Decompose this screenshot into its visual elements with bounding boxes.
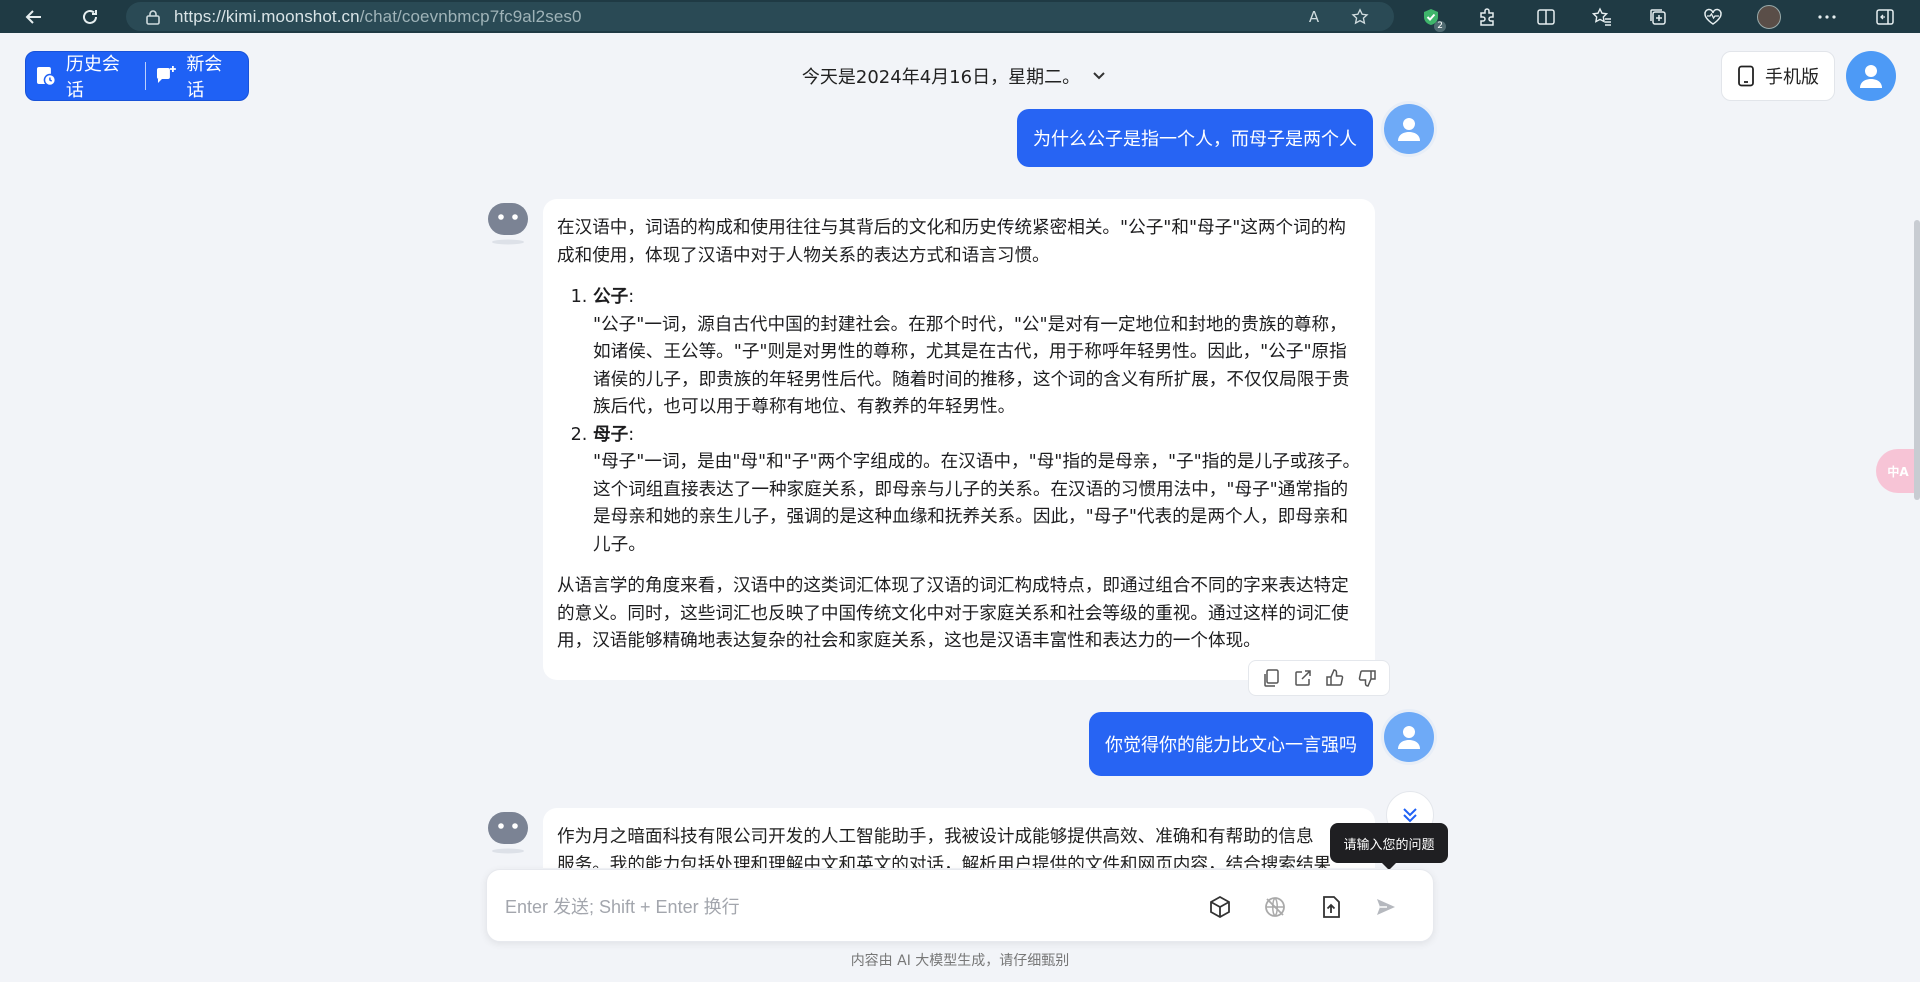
collections-icon xyxy=(1650,9,1666,25)
dislike-button[interactable] xyxy=(1354,665,1380,691)
lock-icon xyxy=(146,9,160,25)
assistant-list: 公子: "公子"一词，源自古代中国的封建社会。在那个时代，"公"是对有一定地位和… xyxy=(557,284,1361,559)
read-aloud-button[interactable]: A xyxy=(1302,5,1326,29)
page-title: 今天是2024年4月16日，星期二。 xyxy=(801,67,1081,88)
url-host: https://kimi.moonshot.cn xyxy=(174,6,360,26)
phone-icon xyxy=(1738,65,1754,87)
chevron-down-icon xyxy=(1093,72,1105,80)
like-button[interactable] xyxy=(1322,665,1348,691)
mobile-version-button[interactable]: 手机版 xyxy=(1721,51,1835,101)
user-icon xyxy=(1398,118,1420,141)
more-button[interactable] xyxy=(1814,4,1840,30)
list-item: 母子: "母子"一词，是由"母"和"子"两个字组成的。在汉语中，"母"指的是母亲… xyxy=(593,422,1361,560)
kimi-avatar-icon xyxy=(488,203,528,245)
copy-button[interactable] xyxy=(1258,665,1284,691)
chat-input[interactable] xyxy=(505,892,1185,922)
address-bar[interactable]: https://kimi.moonshot.cn/chat/coevnbmcp7… xyxy=(126,2,1394,31)
refresh-button[interactable] xyxy=(70,0,110,33)
heart-pulse-icon xyxy=(1704,8,1722,25)
page-scrollbar[interactable] xyxy=(1914,220,1920,500)
copy-icon xyxy=(1264,669,1279,687)
user-message-text: 为什么公子是指一个人，而母子是两个人 xyxy=(1033,129,1357,150)
assistant-outro: 从语言学的角度来看，汉语中的这类词汇体现了汉语的词汇构成特点，即通过组合不同的字… xyxy=(557,576,1349,651)
list-item-title: 公子 xyxy=(593,287,629,307)
upload-icon xyxy=(1323,896,1340,918)
send-button[interactable] xyxy=(1369,890,1403,924)
user-icon xyxy=(1398,726,1420,749)
user-avatar-button[interactable] xyxy=(1846,51,1896,101)
assistant-message: 作为月之暗面科技有限公司开发的人工智能助手，我被设计成能够提供高效、准确和有帮助… xyxy=(543,808,1375,868)
cube-icon xyxy=(1210,895,1230,919)
send-icon xyxy=(1377,899,1395,915)
user-avatar xyxy=(1384,104,1434,154)
assistant-line: 服务。我的能力包括处理和理解中文和英文的对话，解析用户提供的文件和网页内容，结合… xyxy=(557,854,1332,869)
kimi-avatar-icon xyxy=(488,812,528,854)
health-button[interactable] xyxy=(1700,4,1726,30)
user-message: 你觉得你的能力比文心一言强吗 xyxy=(1089,712,1373,776)
list-item-body: "母子"一词，是由"母"和"子"两个字组成的。在汉语中，"母"指的是母亲，"子"… xyxy=(593,452,1361,555)
extension-badge: 2 xyxy=(1434,21,1446,32)
share-button[interactable] xyxy=(1290,665,1316,691)
favorites-button[interactable] xyxy=(1589,4,1615,30)
favorite-button[interactable] xyxy=(1348,5,1372,29)
thumbs-up-icon xyxy=(1326,669,1344,686)
translate-icon: 中A xyxy=(1887,464,1909,479)
star-icon xyxy=(1351,8,1369,25)
profile-button[interactable] xyxy=(1756,4,1782,30)
read-aloud-icon: A xyxy=(1308,8,1320,26)
ai-disclaimer: 内容由 AI 大模型生成，请仔细甄别 xyxy=(850,953,1070,969)
assistant-message: 在汉语中，词语的构成和使用往往与其背后的文化和历史传统紧密相关。"公子"和"母子… xyxy=(543,199,1375,680)
back-button[interactable] xyxy=(14,0,54,33)
date-title-row: 今天是2024年4月16日，星期二。 xyxy=(0,63,1920,89)
extensions-button[interactable] xyxy=(1474,4,1500,30)
message-actions xyxy=(1248,660,1390,696)
user-avatar xyxy=(1384,712,1434,762)
url-text: https://kimi.moonshot.cn/chat/coevnbmcp7… xyxy=(174,7,582,27)
split-screen-icon xyxy=(1537,9,1555,25)
sidebar-toggle-button[interactable] xyxy=(1872,4,1898,30)
collections-button[interactable] xyxy=(1645,4,1671,30)
puzzle-icon xyxy=(1480,8,1494,26)
back-arrow-icon xyxy=(25,9,41,24)
user-icon xyxy=(1860,65,1882,88)
ellipsis-icon xyxy=(1818,15,1836,19)
mobile-version-label: 手机版 xyxy=(1765,67,1819,88)
browser-toolbar: https://kimi.moonshot.cn/chat/coevnbmcp7… xyxy=(0,0,1920,33)
list-item-colon: : xyxy=(628,424,635,445)
user-message: 为什么公子是指一个人，而母子是两个人 xyxy=(1017,109,1373,167)
favorites-star-icon xyxy=(1592,7,1611,26)
url-path: /chat/coevnbmcp7fc9al2ses0 xyxy=(359,6,582,26)
thumbs-down-icon xyxy=(1358,670,1376,687)
refresh-icon xyxy=(83,9,97,24)
web-search-button[interactable] xyxy=(1258,890,1292,924)
list-item-colon: : xyxy=(628,287,635,307)
upload-file-button[interactable] xyxy=(1314,890,1348,924)
plugin-button[interactable] xyxy=(1203,890,1237,924)
sidebar-icon xyxy=(1876,9,1894,25)
split-screen-button[interactable] xyxy=(1533,4,1559,30)
user-message-text: 你觉得你的能力比文心一言强吗 xyxy=(1105,735,1357,756)
extension-shield-button[interactable]: 2 xyxy=(1418,4,1446,32)
date-dropdown[interactable]: 今天是2024年4月16日，星期二。 xyxy=(802,63,1106,89)
profile-avatar xyxy=(1757,5,1781,29)
list-item-title: 母子 xyxy=(593,424,629,445)
chat-input-box xyxy=(486,869,1434,942)
list-item: 公子: "公子"一词，源自古代中国的封建社会。在那个时代，"公"是对有一定地位和… xyxy=(593,284,1361,422)
share-icon xyxy=(1295,670,1311,686)
input-tooltip: 请输入您的问题 xyxy=(1330,823,1448,870)
globe-off-icon xyxy=(1265,897,1285,917)
assistant-line: 作为月之暗面科技有限公司开发的人工智能助手，我被设计成能够提供高效、准确和有帮助… xyxy=(557,827,1314,847)
assistant-intro: 在汉语中，词语的构成和使用往往与其背后的文化和历史传统紧密相关。"公子"和"母子… xyxy=(557,218,1346,266)
list-item-body: "公子"一词，源自古代中国的封建社会。在那个时代，"公"是对有一定地位和封地的贵… xyxy=(593,314,1350,418)
